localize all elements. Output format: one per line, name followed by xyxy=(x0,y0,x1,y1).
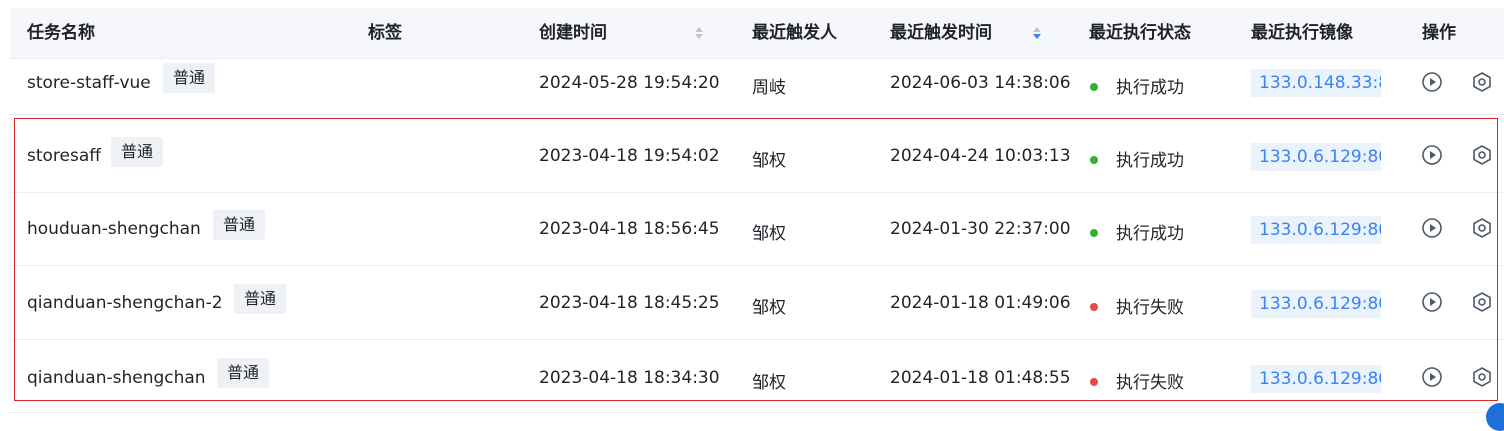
trigger-user: 邹权 xyxy=(752,151,786,171)
tag-badge: 普通 xyxy=(217,358,270,388)
col-created-time[interactable]: 创建时间 xyxy=(539,8,607,58)
status-text: 执行成功 xyxy=(1116,151,1184,171)
exec-status: 执行成功 xyxy=(1090,146,1184,171)
settings-hex-icon[interactable] xyxy=(1471,71,1493,93)
table-row: storesaff 普通 2023-04-18 19:54:02 邹权 2024… xyxy=(10,118,1504,193)
settings-hex-icon[interactable] xyxy=(1471,366,1493,388)
col-exec-image: 最近执行镜像 xyxy=(1251,23,1353,43)
status-dot xyxy=(1090,156,1098,164)
created-time: 2023-04-18 18:45:25 xyxy=(539,293,720,313)
trigger-time: 2024-06-03 14:38:06 xyxy=(890,73,1071,93)
exec-image-link[interactable]: 133.0.6.129:802 xyxy=(1251,143,1381,171)
created-time: 2024-05-28 19:54:20 xyxy=(539,73,720,93)
play-circle-icon[interactable] xyxy=(1421,217,1443,239)
settings-hex-icon[interactable] xyxy=(1471,291,1493,313)
created-time: 2023-04-18 18:34:30 xyxy=(539,368,720,388)
exec-status: 执行失败 xyxy=(1090,293,1184,318)
col-trigger-time[interactable]: 最近触发时间 xyxy=(890,8,992,58)
col-exec-status: 最近执行状态 xyxy=(1089,23,1191,43)
exec-status: 执行失败 xyxy=(1090,368,1184,393)
exec-image-link[interactable]: 133.0.6.129:802 xyxy=(1251,290,1381,318)
col-trigger-user: 最近触发人 xyxy=(752,23,837,43)
status-text: 执行失败 xyxy=(1116,373,1184,393)
play-circle-icon[interactable] xyxy=(1421,144,1443,166)
status-dot xyxy=(1090,229,1098,237)
table-row: store-staff-vue 普通 2024-05-28 19:54:20 周… xyxy=(10,59,1504,115)
trigger-time: 2024-01-30 22:37:00 xyxy=(890,219,1071,239)
task-table: 任务名称 标签 创建时间 最近触发人 最近触发时间 最近执行状态 最近执行镜像 … xyxy=(10,8,1504,413)
exec-status: 执行成功 xyxy=(1090,73,1184,98)
settings-hex-icon[interactable] xyxy=(1471,144,1493,166)
tag-badge: 普通 xyxy=(111,137,164,167)
play-circle-icon[interactable] xyxy=(1421,71,1443,93)
tag-badge: 普通 xyxy=(163,63,216,93)
floating-help-button[interactable] xyxy=(1486,403,1504,431)
task-name[interactable]: storesaff xyxy=(27,146,101,166)
trigger-time: 2024-04-24 10:03:13 xyxy=(890,146,1071,166)
created-time: 2023-04-18 19:54:02 xyxy=(539,146,720,166)
settings-hex-icon[interactable] xyxy=(1471,217,1493,239)
tag-badge: 普通 xyxy=(234,284,287,314)
exec-image-link[interactable]: 133.0.6.129:80/ xyxy=(1251,216,1381,244)
exec-status: 执行成功 xyxy=(1090,219,1184,244)
task-name[interactable]: qianduan-shengchan xyxy=(27,368,206,388)
col-tags: 标签 xyxy=(368,23,402,43)
status-text: 执行失败 xyxy=(1116,298,1184,318)
trigger-user: 邹权 xyxy=(752,373,786,393)
status-dot xyxy=(1090,83,1098,91)
tag-badge: 普通 xyxy=(213,210,266,240)
exec-image-link[interactable]: 133.0.6.129:802 xyxy=(1251,365,1381,393)
table-row: houduan-shengchan 普通 2023-04-18 18:56:45… xyxy=(10,193,1504,266)
table-row: qianduan-shengchan-2 普通 2023-04-18 18:45… xyxy=(10,266,1504,340)
trigger-time: 2024-01-18 01:48:55 xyxy=(890,368,1071,388)
exec-image-link[interactable]: 133.0.148.33:8( xyxy=(1251,69,1381,97)
sort-created-icon[interactable] xyxy=(695,27,703,39)
created-time: 2023-04-18 18:56:45 xyxy=(539,219,720,239)
task-name[interactable]: qianduan-shengchan-2 xyxy=(27,293,223,313)
table-header: 任务名称 标签 创建时间 最近触发人 最近触发时间 最近执行状态 最近执行镜像 … xyxy=(10,8,1504,59)
status-text: 执行成功 xyxy=(1116,78,1184,98)
trigger-time: 2024-01-18 01:49:06 xyxy=(890,293,1071,313)
task-name[interactable]: store-staff-vue xyxy=(27,73,151,93)
status-dot xyxy=(1090,303,1098,311)
task-name[interactable]: houduan-shengchan xyxy=(27,219,201,239)
status-text: 执行成功 xyxy=(1116,224,1184,244)
col-task-name: 任务名称 xyxy=(27,23,95,43)
trigger-user: 周岐 xyxy=(752,78,786,98)
trigger-user: 邹权 xyxy=(752,298,786,318)
play-circle-icon[interactable] xyxy=(1421,291,1443,313)
sort-trigger-time-icon[interactable] xyxy=(1033,27,1041,39)
trigger-user: 邹权 xyxy=(752,224,786,244)
play-circle-icon[interactable] xyxy=(1421,366,1443,388)
status-dot xyxy=(1090,378,1098,386)
col-actions: 操作 xyxy=(1422,23,1456,43)
table-row: qianduan-shengchan 普通 2023-04-18 18:34:3… xyxy=(10,340,1504,413)
